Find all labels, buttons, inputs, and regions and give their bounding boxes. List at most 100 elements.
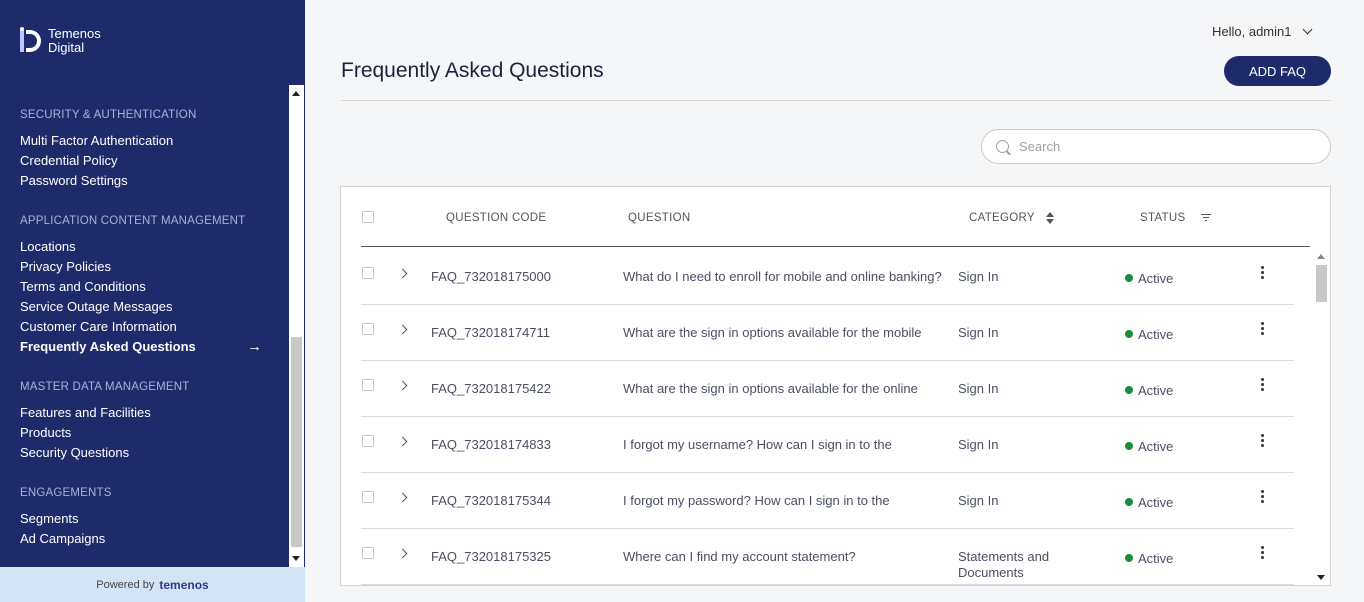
- select-all-checkbox[interactable]: [362, 211, 374, 223]
- scroll-up-icon[interactable]: [1317, 254, 1325, 259]
- question-cell: What are the sign in options available f…: [623, 381, 918, 396]
- status-dot-icon: [1125, 554, 1133, 562]
- more-options-icon[interactable]: [1256, 265, 1268, 281]
- search-icon: [996, 140, 1009, 153]
- question-code-cell: FAQ_732018175000: [431, 269, 551, 284]
- category-cell: Statements and Documents: [958, 549, 1050, 580]
- question-cell: I forgot my username? How can I sign in …: [623, 437, 892, 452]
- logo: Temenos Digital: [18, 26, 101, 56]
- sidebar-item-frequently-asked-questions[interactable]: Frequently Asked Questions →: [20, 337, 289, 357]
- question-code-cell: FAQ_732018175422: [431, 381, 551, 396]
- page-title: Frequently Asked Questions: [341, 59, 604, 82]
- scroll-down-icon[interactable]: [1317, 575, 1325, 580]
- row-checkbox[interactable]: [362, 323, 374, 335]
- nav-section-security: SECURITY & AUTHENTICATION Multi Factor A…: [0, 105, 196, 191]
- status-dot-icon: [1125, 330, 1133, 338]
- faq-table: QUESTION CODE QUESTION CATEGORY STATUS F…: [340, 186, 1331, 586]
- sidebar-item-service-outage-messages[interactable]: Service Outage Messages: [20, 297, 289, 317]
- nav-section-engagements: ENGAGEMENTS Segments Ad Campaigns: [0, 483, 112, 549]
- sidebar-item-segments[interactable]: Segments: [20, 509, 112, 529]
- sidebar-item-privacy-policies[interactable]: Privacy Policies: [20, 257, 289, 277]
- column-header-question: QUESTION: [628, 212, 691, 224]
- powered-by-brand: temenos: [159, 577, 209, 592]
- question-code-cell: FAQ_732018175344: [431, 493, 551, 508]
- nav-section-master-data: MASTER DATA MANAGEMENT Features and Faci…: [0, 377, 189, 463]
- scroll-up-icon[interactable]: [292, 91, 300, 96]
- logo-text-line2: Digital: [48, 40, 85, 55]
- header-divider: [341, 100, 1331, 101]
- row-checkbox[interactable]: [362, 547, 374, 559]
- column-header-category[interactable]: CATEGORY: [969, 212, 1055, 224]
- status-cell: Active: [1138, 383, 1174, 398]
- category-cell: Sign In: [958, 493, 999, 508]
- row-checkbox[interactable]: [362, 435, 374, 447]
- table-header: QUESTION CODE QUESTION CATEGORY STATUS: [361, 187, 1310, 247]
- table-row[interactable]: FAQ_732018175344 I forgot my password? H…: [361, 473, 1294, 529]
- powered-by-footer: Powered by temenos: [0, 567, 305, 602]
- category-cell: Sign In: [958, 325, 999, 340]
- category-cell: Sign In: [958, 269, 999, 284]
- column-header-label: STATUS: [1140, 212, 1186, 224]
- sidebar-item-features-and-facilities[interactable]: Features and Facilities: [20, 403, 189, 423]
- sidebar-item-credential-policy[interactable]: Credential Policy: [20, 151, 196, 171]
- question-cell: What do I need to enroll for mobile and …: [623, 269, 942, 284]
- table-row[interactable]: FAQ_732018175325 Where can I find my acc…: [361, 529, 1294, 585]
- sidebar-item-multi-factor-authentication[interactable]: Multi Factor Authentication: [20, 131, 196, 151]
- status-cell: Active: [1138, 327, 1174, 342]
- column-header-status: STATUS: [1140, 212, 1211, 224]
- status-dot-icon: [1125, 442, 1133, 450]
- question-cell: Where can I find my account statement?: [623, 549, 856, 564]
- scroll-down-icon[interactable]: [292, 556, 300, 561]
- more-options-icon[interactable]: [1256, 545, 1268, 561]
- sidebar-item-ad-campaigns[interactable]: Ad Campaigns: [20, 529, 112, 549]
- search-input[interactable]: [1019, 139, 1299, 154]
- logo-text-line1: Temenos: [48, 26, 101, 41]
- scrollbar-thumb[interactable]: [291, 337, 302, 547]
- user-greeting: Hello, admin1: [1212, 24, 1292, 39]
- chevron-right-icon[interactable]: [397, 436, 408, 447]
- status-dot-icon: [1125, 386, 1133, 394]
- add-faq-button[interactable]: ADD FAQ: [1224, 56, 1331, 86]
- more-options-icon[interactable]: [1256, 433, 1268, 449]
- more-options-icon[interactable]: [1256, 321, 1268, 337]
- chevron-right-icon[interactable]: [397, 268, 408, 279]
- sort-icon[interactable]: [1046, 212, 1055, 224]
- sidebar-scrollbar[interactable]: [289, 85, 304, 567]
- filter-icon[interactable]: [1200, 213, 1211, 222]
- more-options-icon[interactable]: [1256, 489, 1268, 505]
- table-row[interactable]: FAQ_732018174833 I forgot my username? H…: [361, 417, 1294, 473]
- chevron-right-icon[interactable]: [397, 548, 408, 559]
- question-code-cell: FAQ_732018175325: [431, 549, 551, 564]
- powered-by-label: Powered by: [96, 578, 155, 591]
- more-options-icon[interactable]: [1256, 377, 1268, 393]
- sidebar-item-password-settings[interactable]: Password Settings: [20, 171, 196, 191]
- chevron-right-icon[interactable]: [397, 324, 408, 335]
- table-row[interactable]: FAQ_732018174711 What are the sign in op…: [361, 305, 1294, 361]
- temenos-logo-icon: [18, 26, 44, 56]
- chevron-right-icon[interactable]: [397, 380, 408, 391]
- user-menu[interactable]: Hello, admin1: [1212, 24, 1312, 39]
- search-box: [981, 129, 1331, 164]
- table-scrollbar[interactable]: [1313, 249, 1329, 585]
- sidebar-item-label: Frequently Asked Questions: [20, 339, 196, 354]
- table-row[interactable]: FAQ_732018175000 What do I need to enrol…: [361, 249, 1294, 305]
- category-cell: Sign In: [958, 381, 999, 396]
- question-code-cell: FAQ_732018174833: [431, 437, 551, 452]
- status-cell: Active: [1138, 439, 1174, 454]
- sidebar: Temenos Digital SECURITY & AUTHENTICATIO…: [0, 0, 305, 602]
- nav-header: MASTER DATA MANAGEMENT: [20, 381, 190, 393]
- sidebar-item-locations[interactable]: Locations: [20, 237, 289, 257]
- nav-header: ENGAGEMENTS: [20, 487, 112, 499]
- sidebar-item-security-questions[interactable]: Security Questions: [20, 443, 189, 463]
- table-row[interactable]: FAQ_732018175422 What are the sign in op…: [361, 361, 1294, 417]
- sidebar-item-customer-care-information[interactable]: Customer Care Information: [20, 317, 289, 337]
- table-body: FAQ_732018175000 What do I need to enrol…: [361, 249, 1294, 585]
- sidebar-item-products[interactable]: Products: [20, 423, 189, 443]
- column-header-question-code: QUESTION CODE: [446, 212, 547, 224]
- chevron-right-icon[interactable]: [397, 492, 408, 503]
- row-checkbox[interactable]: [362, 379, 374, 391]
- sidebar-item-terms-and-conditions[interactable]: Terms and Conditions: [20, 277, 289, 297]
- row-checkbox[interactable]: [362, 491, 374, 503]
- scrollbar-thumb[interactable]: [1316, 265, 1327, 302]
- row-checkbox[interactable]: [362, 267, 374, 279]
